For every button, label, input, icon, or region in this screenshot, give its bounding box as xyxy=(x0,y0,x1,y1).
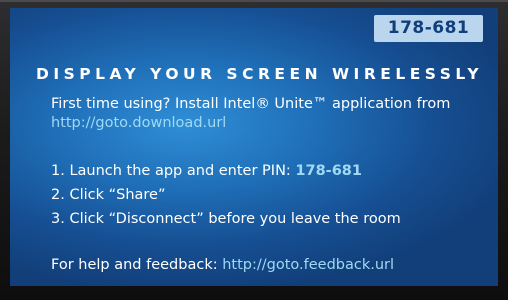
intro-instruction: First time using? Install Intel® Unite™ … xyxy=(51,96,451,112)
steps-list: 1. Launch the app and enter PIN: 178-681… xyxy=(51,159,496,231)
help-label: For help and feedback: xyxy=(51,257,223,273)
tv-display-frame: 178-681 DISPLAY YOUR SCREEN WIRELESSLY F… xyxy=(0,0,508,300)
step-click-disconnect: 3. Click “Disconnect” before you leave t… xyxy=(51,211,401,227)
pin-badge: 178-681 xyxy=(374,15,483,42)
feedback-link[interactable]: http://goto.feedback.url xyxy=(222,257,394,273)
step-launch-app: 1. Launch the app and enter PIN: 178-681 xyxy=(51,159,496,183)
step-pin-code: 178-681 xyxy=(295,163,362,179)
step-launch-text: 1. Launch the app and enter PIN: xyxy=(51,163,296,179)
intro-text: First time using? Install Intel® Unite™ … xyxy=(51,95,496,133)
download-link[interactable]: http://goto.download.url xyxy=(51,114,496,133)
step-click-share: 2. Click “Share” xyxy=(51,187,166,203)
display-screen: 178-681 DISPLAY YOUR SCREEN WIRELESSLY F… xyxy=(10,8,498,286)
help-line: For help and feedback: http://goto.feedb… xyxy=(51,255,496,275)
headline: DISPLAY YOUR SCREEN WIRELESSLY xyxy=(36,65,484,83)
